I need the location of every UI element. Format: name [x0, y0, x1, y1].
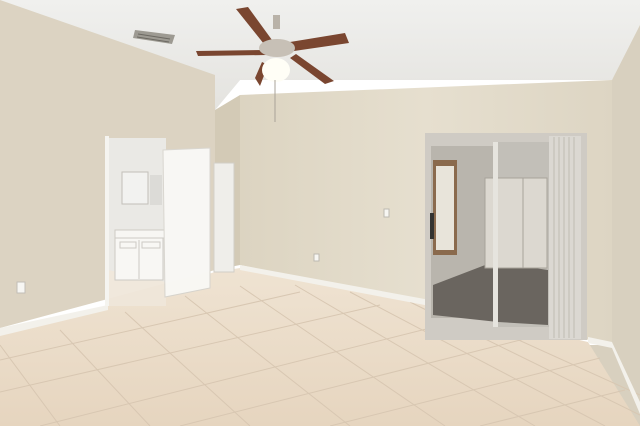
room-photo	[0, 0, 640, 426]
light-switch[interactable]	[383, 208, 390, 218]
door-handle[interactable]	[430, 213, 434, 239]
fan-light	[262, 58, 290, 82]
fan-blade-left	[196, 50, 267, 56]
closet-door	[213, 162, 235, 273]
wall-outlet-back	[313, 253, 320, 262]
room-illustration	[0, 0, 640, 426]
